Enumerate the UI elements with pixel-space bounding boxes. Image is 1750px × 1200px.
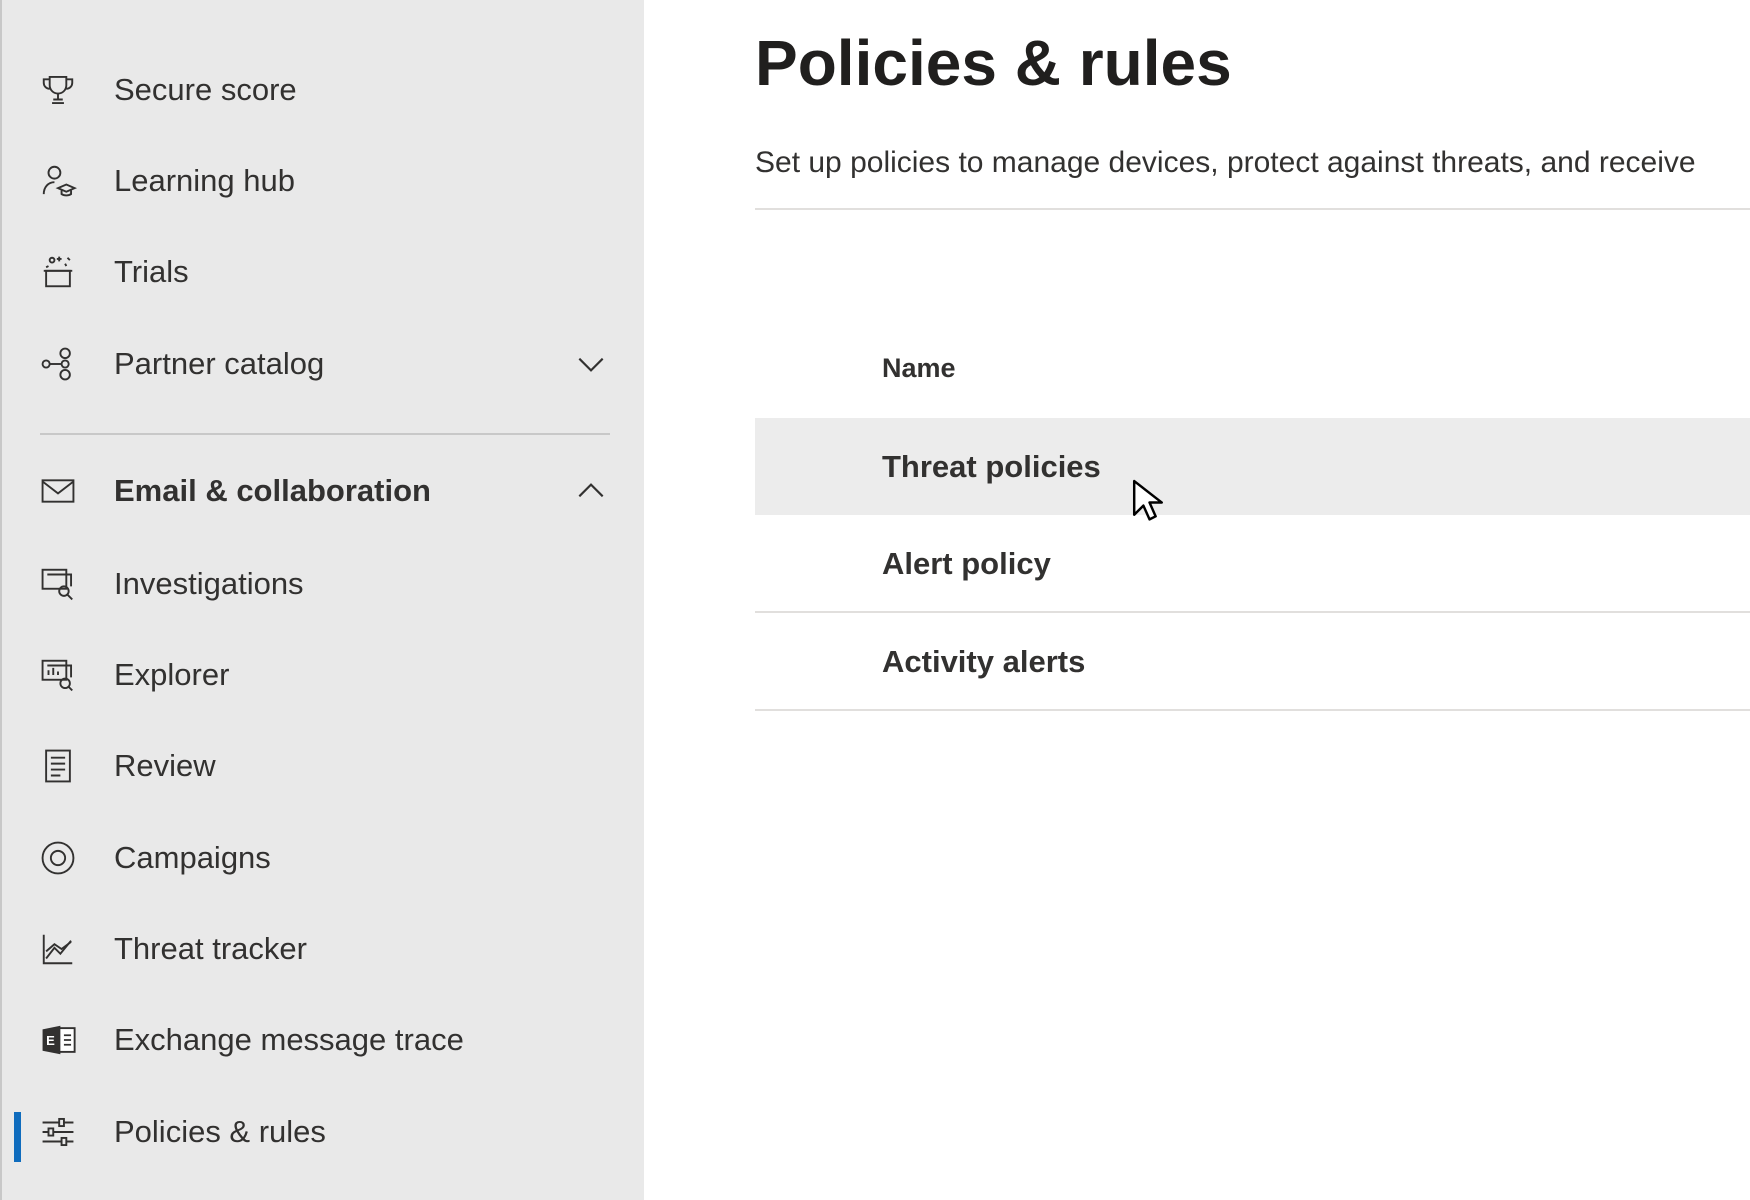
table-row[interactable]: Alert policy — [755, 516, 1750, 613]
sidebar-item-label: Explorer — [114, 657, 230, 692]
chevron-up-icon[interactable] — [574, 474, 608, 508]
sidebar-item-label: Partner catalog — [114, 346, 325, 381]
trophy-icon — [38, 70, 78, 110]
page-description: Set up policies to manage devices, prote… — [755, 146, 1696, 179]
column-header-name[interactable]: Name — [882, 353, 956, 384]
partner-catalog-icon — [38, 344, 78, 384]
threat-tracker-icon — [38, 929, 78, 969]
sidebar-item-review[interactable]: Review — [2, 731, 646, 801]
trials-icon — [38, 252, 78, 292]
sidebar-item-label: Campaigns — [114, 840, 271, 875]
sidebar-item-explorer[interactable]: Explorer — [2, 640, 646, 710]
sidebar-item-label: Review — [114, 748, 216, 783]
row-name-cell[interactable]: Alert policy — [882, 546, 1051, 582]
sidebar-item-learning-hub[interactable]: Learning hub — [2, 146, 646, 216]
sidebar-item-label: Policies & rules — [114, 1114, 326, 1149]
campaigns-icon — [38, 838, 78, 878]
sidebar-item-investigations[interactable]: Investigations — [2, 549, 646, 619]
sidebar-item-policies-rules[interactable]: Policies & rules — [2, 1097, 646, 1167]
sidebar-item-label: Trials — [114, 254, 189, 289]
sidebar-item-label: Exchange message trace — [114, 1022, 464, 1057]
sidebar-item-email-collaboration[interactable]: Email & collaboration — [2, 456, 646, 526]
chevron-down-icon[interactable] — [574, 347, 608, 381]
sidebar-item-secure-score[interactable]: Secure score — [2, 55, 646, 125]
row-name-cell[interactable]: Threat policies — [882, 449, 1101, 485]
policies-icon — [38, 1112, 78, 1152]
table-row[interactable]: Threat policies — [755, 418, 1750, 515]
description-divider — [755, 208, 1750, 210]
sidebar-nav: Secure score Learning hub Trials Partner… — [0, 0, 644, 1200]
sidebar-item-label: Secure score — [114, 72, 297, 107]
mouse-cursor-icon — [1132, 479, 1164, 521]
sidebar-item-exchange-message-trace[interactable]: E Exchange message trace — [2, 1005, 646, 1075]
learning-hub-icon — [38, 161, 78, 201]
investigations-icon — [38, 564, 78, 604]
sidebar-item-label: Learning hub — [114, 163, 295, 198]
mail-icon — [38, 471, 78, 511]
main-content: Policies & rules Set up policies to mana… — [644, 0, 1750, 1200]
sidebar-item-campaigns[interactable]: Campaigns — [2, 823, 646, 893]
svg-text:E: E — [46, 1033, 55, 1048]
sidebar-item-partner-catalog[interactable]: Partner catalog — [2, 329, 646, 399]
sidebar-item-threat-tracker[interactable]: Threat tracker — [2, 914, 646, 984]
sidebar-item-label: Email & collaboration — [114, 473, 431, 508]
sidebar-item-label: Investigations — [114, 566, 304, 601]
row-name-cell[interactable]: Activity alerts — [882, 644, 1085, 680]
sidebar-item-label: Threat tracker — [114, 931, 307, 966]
sidebar-item-trials[interactable]: Trials — [2, 237, 646, 307]
review-icon — [38, 746, 78, 786]
explorer-icon — [38, 655, 78, 695]
exchange-icon: E — [38, 1020, 78, 1060]
page-title: Policies & rules — [755, 27, 1232, 99]
table-row[interactable]: Activity alerts — [755, 614, 1750, 711]
sidebar-divider — [40, 433, 610, 435]
